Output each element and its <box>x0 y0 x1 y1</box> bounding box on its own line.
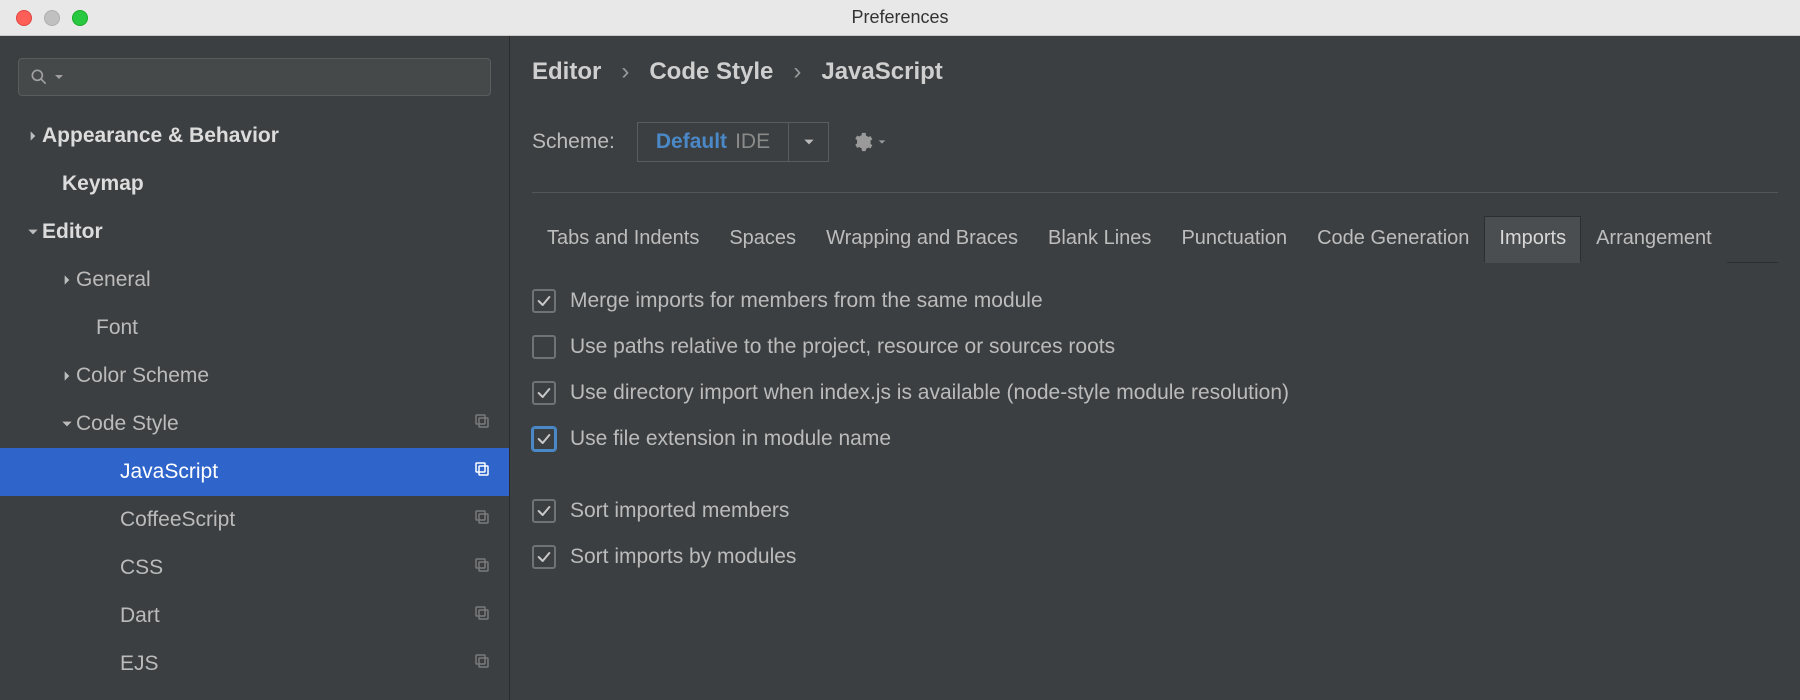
window-controls <box>0 10 88 26</box>
tab-tabs-and-indents[interactable]: Tabs and Indents <box>532 216 714 263</box>
scheme-value-secondary: IDE <box>735 130 770 154</box>
tree-item-appearance-behavior[interactable]: Appearance & Behavior <box>0 112 509 160</box>
tree-item-font[interactable]: Font <box>0 304 509 352</box>
tabbar: Tabs and IndentsSpacesWrapping and Brace… <box>532 215 1778 263</box>
chevron-down-icon[interactable] <box>58 417 76 431</box>
copy-settings-icon[interactable] <box>473 412 491 436</box>
zoom-window-button[interactable] <box>72 10 88 26</box>
minimize-window-button[interactable] <box>44 10 60 26</box>
close-window-button[interactable] <box>16 10 32 26</box>
tree-item-label: Font <box>96 316 491 340</box>
option-label: Use paths relative to the project, resou… <box>570 335 1115 359</box>
body: Appearance & Behavior Keymap Editor General… <box>0 36 1800 700</box>
settings-tree: Appearance & Behavior Keymap Editor General… <box>0 112 509 688</box>
tree-item-css[interactable]: CSS <box>0 544 509 592</box>
scheme-value-primary: Default <box>656 130 727 154</box>
chevron-down-icon <box>53 71 65 83</box>
tab-imports[interactable]: Imports <box>1484 216 1581 263</box>
titlebar: Preferences <box>0 0 1800 36</box>
tree-item-label: JavaScript <box>120 460 473 484</box>
copy-settings-icon[interactable] <box>473 460 491 484</box>
tree-item-label: Editor <box>42 220 491 244</box>
tree-item-label: Code Style <box>76 412 473 436</box>
tree-item-label: CSS <box>120 556 473 580</box>
checkbox[interactable] <box>532 499 556 523</box>
spacer <box>532 473 1778 477</box>
copy-settings-icon[interactable] <box>473 604 491 628</box>
main-panel: Editor › Code Style › JavaScript Scheme:… <box>510 36 1800 700</box>
tree-item-coffeescript[interactable]: CoffeeScript <box>0 496 509 544</box>
tree-item-label: Color Scheme <box>76 364 491 388</box>
chevron-right-icon[interactable] <box>58 273 76 287</box>
options-list: Merge imports for members from the same … <box>532 263 1778 569</box>
checkbox[interactable] <box>532 289 556 313</box>
tree-item-keymap[interactable]: Keymap <box>0 160 509 208</box>
tree-item-ejs[interactable]: EJS <box>0 640 509 688</box>
tree-item-general[interactable]: General <box>0 256 509 304</box>
breadcrumb: Editor › Code Style › JavaScript <box>532 58 1778 86</box>
gear-icon <box>851 131 873 153</box>
tree-item-label: Keymap <box>62 172 491 196</box>
option-row[interactable]: Use directory import when index.js is av… <box>532 381 1778 405</box>
option-label: Use directory import when index.js is av… <box>570 381 1289 405</box>
tab-code-generation[interactable]: Code Generation <box>1302 216 1484 263</box>
tree-item-label: EJS <box>120 652 473 676</box>
breadcrumb-separator: › <box>793 58 801 86</box>
option-row[interactable]: Merge imports for members from the same … <box>532 289 1778 313</box>
tab-wrapping-and-braces[interactable]: Wrapping and Braces <box>811 216 1033 263</box>
scheme-label: Scheme: <box>532 130 615 154</box>
tree-item-label: CoffeeScript <box>120 508 473 532</box>
tree-item-label: General <box>76 268 491 292</box>
copy-settings-icon[interactable] <box>473 508 491 532</box>
scheme-row: Scheme: Default IDE <box>532 122 1778 162</box>
chevron-right-icon[interactable] <box>58 369 76 383</box>
option-row[interactable]: Sort imports by modules <box>532 545 1778 569</box>
option-row[interactable]: Sort imported members <box>532 499 1778 523</box>
tree-item-color-scheme[interactable]: Color Scheme <box>0 352 509 400</box>
option-row[interactable]: Use paths relative to the project, resou… <box>532 335 1778 359</box>
tree-item-label: Dart <box>120 604 473 628</box>
tree-item-javascript[interactable]: JavaScript <box>0 448 509 496</box>
window-title: Preferences <box>0 7 1800 28</box>
chevron-right-icon[interactable] <box>24 129 42 143</box>
option-label: Sort imports by modules <box>570 545 796 569</box>
tab-blank-lines[interactable]: Blank Lines <box>1033 216 1166 263</box>
sidebar: Appearance & Behavior Keymap Editor General… <box>0 36 510 700</box>
chevron-down-icon <box>877 137 887 147</box>
copy-settings-icon[interactable] <box>473 652 491 676</box>
checkbox[interactable] <box>532 545 556 569</box>
option-label: Use file extension in module name <box>570 427 891 451</box>
tab-punctuation[interactable]: Punctuation <box>1166 216 1302 263</box>
tab-spaces[interactable]: Spaces <box>714 216 811 263</box>
search-input[interactable] <box>18 58 491 96</box>
chevron-down-icon <box>802 135 816 149</box>
copy-settings-icon[interactable] <box>473 556 491 580</box>
option-label: Merge imports for members from the same … <box>570 289 1043 313</box>
tree-item-code-style[interactable]: Code Style <box>0 400 509 448</box>
search-icon <box>29 67 49 87</box>
tree-item-dart[interactable]: Dart <box>0 592 509 640</box>
scheme-select[interactable]: Default IDE <box>637 122 829 162</box>
divider <box>532 192 1778 193</box>
option-label: Sort imported members <box>570 499 789 523</box>
scheme-actions-button[interactable] <box>851 131 887 153</box>
breadcrumb-part: JavaScript <box>821 58 942 86</box>
tab-arrangement[interactable]: Arrangement <box>1581 216 1727 263</box>
checkbox[interactable] <box>532 427 556 451</box>
search-row <box>0 50 509 112</box>
scheme-dropdown-button[interactable] <box>788 123 828 161</box>
checkbox[interactable] <box>532 381 556 405</box>
breadcrumb-part: Editor <box>532 58 601 86</box>
breadcrumb-separator: › <box>621 58 629 86</box>
chevron-down-icon[interactable] <box>24 225 42 239</box>
scheme-value: Default IDE <box>638 123 788 161</box>
tree-item-editor[interactable]: Editor <box>0 208 509 256</box>
tree-item-label: Appearance & Behavior <box>42 124 491 148</box>
option-row[interactable]: Use file extension in module name <box>532 427 1778 451</box>
checkbox[interactable] <box>532 335 556 359</box>
breadcrumb-part: Code Style <box>649 58 773 86</box>
